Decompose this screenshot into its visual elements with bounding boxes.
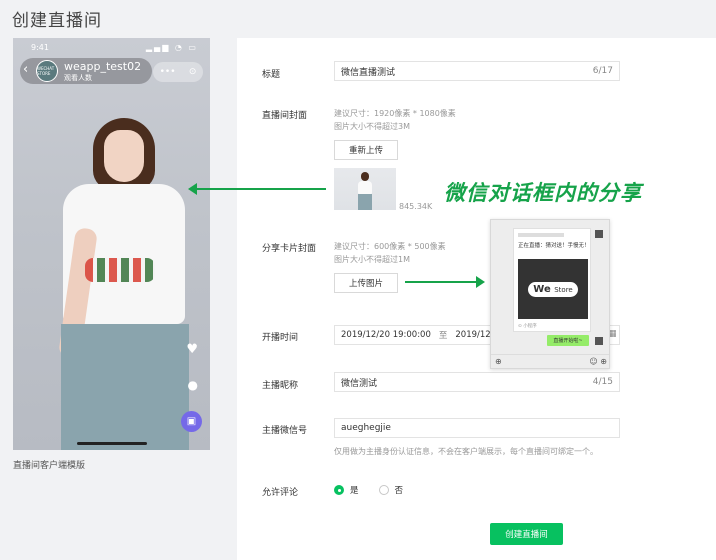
- self-avatar: [595, 337, 603, 345]
- chat-share-preview: 正在直播：猜对送！手慢无！ We Store ⊙ 小程序 直播开始啦~ ⊕ ☺ …: [490, 219, 610, 369]
- cover-label: 直播间封面: [262, 111, 308, 121]
- share-message-text: 正在直播：猜对送！手慢无！: [518, 243, 590, 249]
- emoji-plus-icon: ☺ ⊕: [589, 357, 607, 366]
- host-video-image: [53, 118, 189, 450]
- status-bar: 9:41 ▂▄▆ ◔ ▭: [31, 43, 198, 52]
- title-value: 微信直播测试: [341, 67, 396, 78]
- start-time-label: 开播时间: [262, 333, 299, 343]
- nickname-input[interactable]: 微信测试 4/15: [334, 372, 620, 392]
- thumb-hair-shape: [361, 172, 369, 181]
- radio-allow-no[interactable]: [378, 485, 389, 495]
- title-counter: 6/17: [592, 66, 613, 76]
- upload-share-image-button[interactable]: 上传图片: [334, 273, 399, 293]
- start-time-value: 2019/12/20 19:00:00: [341, 330, 431, 340]
- chat-input-bar: ⊕ ☺ ⊕: [491, 354, 609, 368]
- signal-wifi-battery-icon: ▂▄▆ ◔ ▭: [145, 43, 198, 52]
- reupload-cover-button[interactable]: 重新上传: [334, 140, 399, 160]
- mini-program-tag: ⊙ 小程序: [518, 324, 537, 329]
- page-title: 创建直播间: [12, 11, 102, 31]
- host-info-pill[interactable]: ‹ WECHAT STORE weapp_test02 观看人数: [20, 58, 152, 84]
- thumb-skirt-shape: [358, 194, 372, 210]
- cover-hint-size: 建议尺寸：1920像素 * 1080像素: [334, 109, 456, 118]
- avatar-logo-text: WECHAT STORE: [37, 66, 55, 76]
- we-store-logo-image: We Store: [518, 259, 588, 319]
- viewer-count-label: 观看人数: [64, 74, 92, 82]
- back-chevron-icon[interactable]: ‹: [23, 62, 28, 77]
- we-logo-main: We: [533, 283, 551, 295]
- radio-allow-yes[interactable]: [334, 485, 344, 495]
- heart-icon[interactable]: ♥: [186, 342, 198, 357]
- we-store-logo: We Store: [528, 281, 578, 297]
- share-card-label: 分享卡片封面: [262, 244, 317, 254]
- nickname-value: 微信测试: [341, 378, 378, 389]
- wechat-id-label: 主播微信号: [262, 426, 308, 436]
- comment-bubble-icon[interactable]: ●: [188, 378, 198, 392]
- cover-file-size: 845.34K: [399, 202, 433, 211]
- shopping-bag-icon[interactable]: ▣: [181, 411, 202, 432]
- wechat-id-value: aueghegjie: [341, 423, 391, 433]
- share-card-message: 正在直播：猜对送！手慢无！ We Store ⊙ 小程序: [513, 228, 591, 332]
- range-separator: 至: [438, 331, 448, 341]
- annotation-arrow-to-share: [405, 276, 485, 288]
- mini-program-menu-capsule[interactable]: ••• ⊙: [153, 62, 203, 82]
- skirt-shape: [61, 324, 189, 450]
- share-source-bar: [518, 233, 564, 237]
- face-shape: [104, 130, 144, 182]
- voice-icon: ⊕: [495, 357, 502, 366]
- share-card-hint-size: 建议尺寸：600像素 * 500像素: [334, 242, 446, 251]
- radio-yes-label[interactable]: 是: [350, 484, 359, 496]
- annotation-callout: 微信对话框内的分享: [444, 181, 642, 205]
- green-chat-bubble: 直播开始啦~: [547, 335, 589, 346]
- create-room-form: 标题 微信直播测试 6/17 直播间封面 建议尺寸：1920像素 * 1080像…: [237, 38, 716, 560]
- share-card-hint-limit: 图片大小不得超过1M: [334, 255, 410, 264]
- create-room-button[interactable]: 创建直播间: [490, 523, 563, 545]
- wechat-id-hint: 仅用做为主播身份认证信息，不会在客户端展示，每个直播间可绑定一个。: [334, 447, 598, 456]
- more-dots-icon[interactable]: •••: [160, 67, 176, 77]
- cover-thumbnail[interactable]: [334, 168, 396, 210]
- we-logo-sub: Store: [554, 285, 573, 294]
- nickname-label: 主播昵称: [262, 381, 299, 391]
- phone-preview: 9:41 ▂▄▆ ◔ ▭ ‹ WECHAT STORE weapp_test02…: [13, 38, 210, 450]
- comments-radio-group: 是 否: [334, 484, 417, 496]
- host-name: weapp_test02: [64, 60, 142, 73]
- home-indicator: [77, 442, 147, 445]
- phone-caption: 直播间客户端模版: [13, 461, 86, 471]
- close-circle-icon[interactable]: ⊙: [189, 67, 197, 77]
- title-label: 标题: [262, 70, 281, 80]
- annotation-arrow-to-phone: [188, 183, 326, 195]
- title-input[interactable]: 微信直播测试 6/17: [334, 61, 620, 81]
- avatar[interactable]: WECHAT STORE: [36, 60, 58, 82]
- comments-label: 允许评论: [262, 488, 299, 498]
- radio-no-label[interactable]: 否: [395, 484, 404, 496]
- thumb-shirt-shape: [358, 181, 372, 194]
- cover-hint-limit: 图片大小不得超过3M: [334, 122, 410, 131]
- wechat-id-input[interactable]: aueghegjie: [334, 418, 620, 438]
- nickname-counter: 4/15: [592, 377, 613, 387]
- status-time: 9:41: [31, 43, 49, 52]
- shirt-print-shape: [85, 258, 155, 282]
- sender-avatar: [595, 230, 603, 238]
